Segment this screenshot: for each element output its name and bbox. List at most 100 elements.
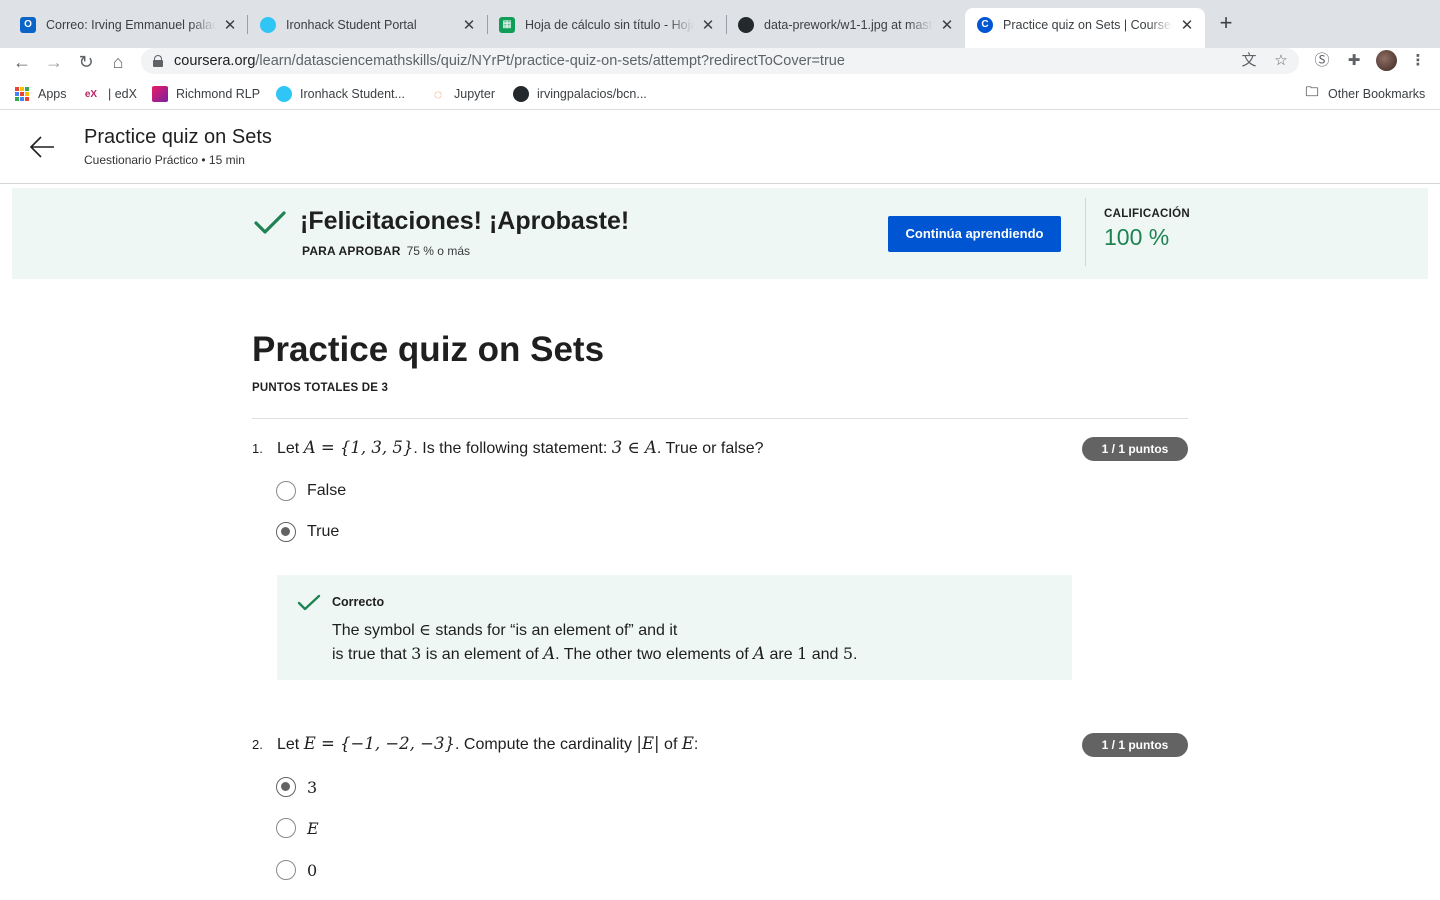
tab-github[interactable]: data-prework/w1-1.jpg at master ✕ — [726, 8, 965, 41]
lock-icon — [153, 55, 163, 67]
text-fragment: of — [659, 736, 682, 753]
profile-avatar[interactable] — [1376, 50, 1397, 71]
bookmark-apps[interactable]: Apps — [14, 86, 67, 102]
divider — [1085, 198, 1086, 266]
home-icon[interactable]: ⌂ — [106, 50, 130, 74]
tab-sheets[interactable]: ▦ Hoja de cálculo sin título - Hojas ✕ — [487, 8, 726, 41]
continue-learning-button[interactable]: Continúa aprendiendo — [888, 216, 1061, 252]
reload-icon[interactable]: ↻ — [74, 50, 98, 74]
feedback-title: Correcto — [332, 595, 385, 609]
new-tab-icon[interactable]: + — [1214, 12, 1238, 36]
text-fragment: and — [807, 646, 843, 663]
url-host: coursera.org — [174, 53, 256, 69]
browser-menu-icon[interactable]: ⋮ — [1408, 51, 1428, 71]
other-bookmarks-label: Other Bookmarks — [1328, 87, 1426, 101]
answer-option-3[interactable]: 3 — [276, 776, 317, 798]
text-fragment: . True or false? — [656, 440, 764, 457]
back-icon[interactable]: ← — [10, 50, 34, 74]
edx-icon: eX — [84, 88, 98, 100]
close-tab-icon[interactable]: ✕ — [222, 16, 238, 34]
close-tab-icon[interactable]: ✕ — [939, 16, 955, 34]
extensions-puzzle-icon[interactable]: ✚ — [1344, 51, 1364, 71]
tab-ironhack[interactable]: Ironhack Student Portal ✕ — [248, 8, 487, 41]
option-label: True — [307, 523, 340, 540]
coursera-icon: C — [977, 16, 993, 33]
tab-title: data-prework/w1-1.jpg at master — [764, 17, 933, 32]
bookmark-github[interactable]: irvingpalacios/bcn... — [513, 86, 647, 102]
answer-option-0[interactable]: 0 — [276, 859, 317, 881]
math-fragment: E = {−1, −2, −3} — [303, 734, 455, 753]
feedback-line: is true that 3 is an element of A. The o… — [332, 644, 858, 664]
bookmarks-bar: Apps eX | edX Richmond RLP Ironhack Stud… — [0, 80, 1440, 110]
close-tab-icon[interactable]: ✕ — [1179, 16, 1195, 34]
tab-title: Hoja de cálculo sin título - Hojas — [525, 17, 694, 32]
back-arrow-icon[interactable] — [28, 133, 56, 161]
radio-button-selected[interactable] — [276, 777, 296, 797]
radio-button[interactable] — [276, 860, 296, 880]
total-points: PUNTOS TOTALES DE 3 — [252, 382, 389, 394]
close-tab-icon[interactable]: ✕ — [461, 16, 477, 34]
tab-title: Ironhack Student Portal — [286, 17, 417, 32]
tab-coursera[interactable]: C Practice quiz on Sets | Coursera ✕ — [965, 8, 1205, 48]
tab-title: Correo: Irving Emmanuel palacios — [46, 17, 216, 32]
question-number: 2. — [252, 737, 263, 752]
radio-button[interactable] — [276, 818, 296, 838]
bookmark-ironhack[interactable]: Ironhack Student... — [276, 86, 405, 102]
url-path: /learn/datasciencemathskills/quiz/NYrPt/… — [255, 53, 845, 69]
text-fragment: : — [693, 736, 699, 753]
question-text: Let E = {−1, −2, −3}. Compute the cardin… — [277, 734, 698, 754]
divider — [252, 418, 1188, 419]
quiz-header: Practice quiz on Sets Cuestionario Práct… — [0, 111, 1440, 184]
answer-feedback: Correcto The symbol ∈ stands for “is an … — [277, 575, 1072, 680]
bookmark-label: | edX — [108, 87, 137, 101]
browser-toolbar: ← → ↻ ⌂ coursera.org/learn/datasciencema… — [0, 48, 1440, 76]
address-bar[interactable]: coursera.org/learn/datasciencemathskills… — [141, 48, 1299, 74]
pass-value: 75 % o más — [406, 244, 470, 258]
github-icon — [513, 86, 529, 102]
answer-option-e[interactable]: E — [276, 817, 319, 839]
bookmark-jupyter[interactable]: ◌ Jupyter — [430, 86, 495, 102]
skype-extension-icon[interactable]: Ⓢ — [1312, 51, 1332, 71]
math-fragment: E — [681, 734, 694, 753]
math-fragment: ∈ — [419, 620, 431, 639]
text-fragment: stands for “is an element of” and it — [430, 622, 678, 639]
math-fragment: A — [753, 644, 766, 663]
option-label: False — [307, 482, 347, 499]
option-label: 3 — [307, 777, 318, 797]
text-fragment: . Is the following statement: — [413, 440, 612, 457]
pass-requirement: PARA APROBAR 75 % o más — [302, 244, 470, 258]
answer-option-true[interactable]: True — [276, 521, 339, 543]
math-fragment: |E| — [636, 734, 660, 753]
math-fragment: A — [543, 644, 556, 663]
math-fragment: 3 — [411, 644, 422, 663]
bookmark-richmond[interactable]: Richmond RLP — [152, 86, 260, 102]
bookmark-label: Jupyter — [454, 87, 495, 101]
apps-grid-icon — [14, 86, 30, 102]
close-tab-icon[interactable]: ✕ — [700, 16, 716, 34]
radio-button-selected[interactable] — [276, 522, 296, 542]
browser-tab-strip: O Correo: Irving Emmanuel palacios ✕ Iro… — [0, 0, 1440, 48]
translate-icon[interactable]: 文 — [1239, 51, 1259, 71]
bookmark-star-icon[interactable]: ☆ — [1271, 51, 1291, 71]
header-title: Practice quiz on Sets — [84, 126, 272, 148]
question-text: Let A = {1, 3, 5}. Is the following stat… — [277, 438, 764, 458]
text-fragment: . — [853, 646, 858, 663]
bookmark-edx[interactable]: eX | edX — [82, 86, 137, 102]
folder-icon: 🗀 — [1305, 84, 1319, 99]
bookmark-label: Ironhack Student... — [300, 87, 405, 101]
question-number: 1. — [252, 441, 263, 456]
text-fragment: Let — [277, 440, 304, 457]
checkmark-icon — [254, 211, 286, 234]
radio-button[interactable] — [276, 481, 296, 501]
option-label: 0 — [307, 860, 318, 880]
forward-icon[interactable]: → — [42, 50, 66, 74]
bookmark-label: Apps — [38, 87, 67, 101]
text-fragment: Let — [277, 736, 304, 753]
answer-option-false[interactable]: False — [276, 480, 346, 502]
text-fragment: are — [765, 646, 798, 663]
tab-outlook[interactable]: O Correo: Irving Emmanuel palacios ✕ — [8, 8, 248, 41]
other-bookmarks[interactable]: 🗀 Other Bookmarks — [1304, 84, 1426, 102]
score-badge: 1 / 1 puntos — [1082, 437, 1188, 461]
outlook-icon: O — [20, 16, 36, 33]
quiz-heading: Practice quiz on Sets — [252, 330, 605, 369]
